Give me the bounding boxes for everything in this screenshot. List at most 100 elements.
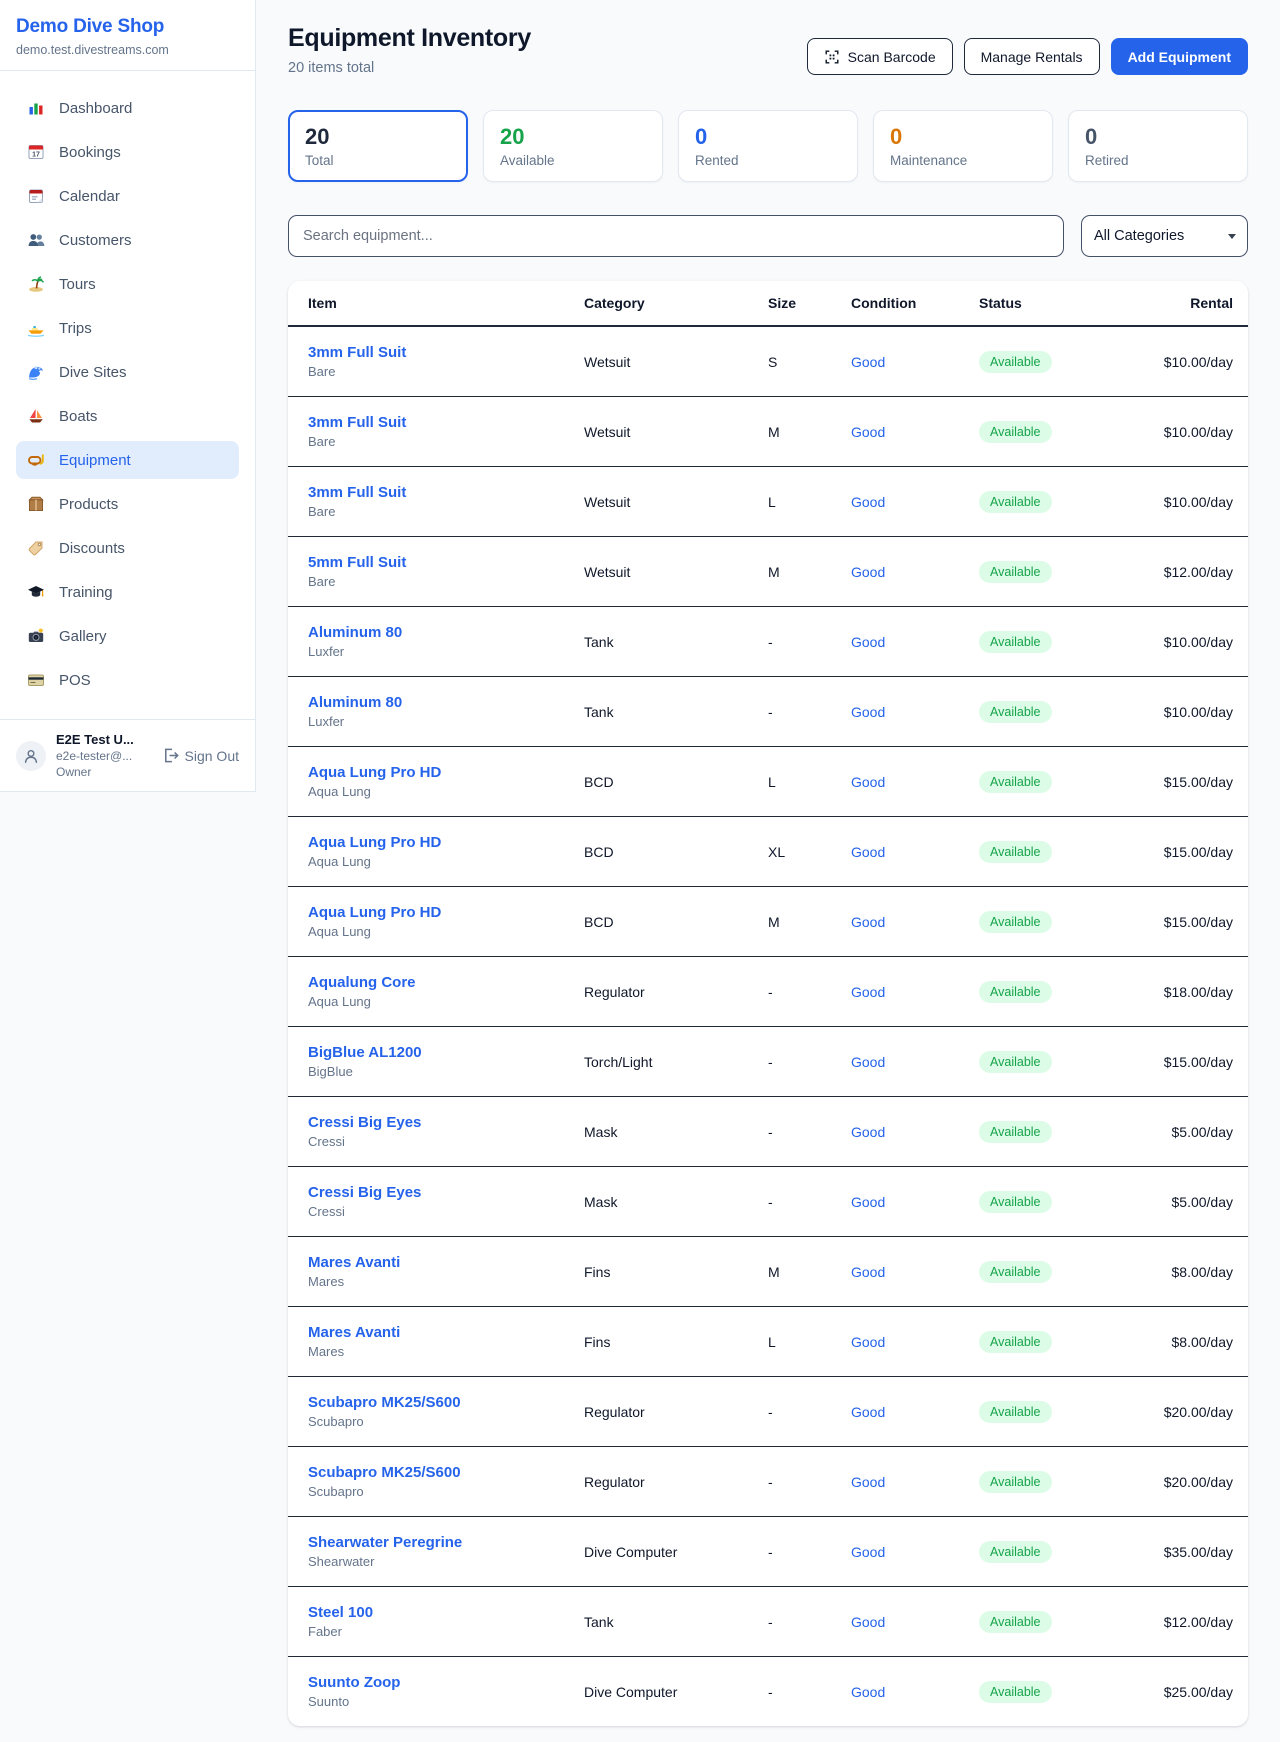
condition-link[interactable]: Good [851,1194,979,1210]
stat-card-available[interactable]: 20 Available [483,110,663,182]
sidebar-item-label: Products [59,496,118,513]
item-cell: Mares Avanti Mares [308,1324,584,1359]
status-cell: Available [979,631,1134,653]
condition-link[interactable]: Good [851,984,979,1000]
category-cell: Wetsuit [584,424,768,440]
status-cell: Available [979,561,1134,583]
item-name-link[interactable]: 3mm Full Suit [308,484,584,501]
item-brand: Bare [308,364,584,379]
status-badge: Available [979,1121,1052,1143]
condition-link[interactable]: Good [851,774,979,790]
table-row: Scubapro MK25/S600 Scubapro Regulator - … [288,1447,1248,1517]
sidebar-item-dashboard[interactable]: Dashboard [16,89,239,127]
condition-link[interactable]: Good [851,1334,979,1350]
rental-cell: $10.00/day [1134,354,1233,370]
condition-link[interactable]: Good [851,1684,979,1700]
size-cell: - [768,1544,851,1560]
item-name-link[interactable]: 5mm Full Suit [308,554,584,571]
sidebar-item-tours[interactable]: Tours [16,265,239,303]
table-row: Cressi Big Eyes Cressi Mask - Good Avail… [288,1097,1248,1167]
condition-link[interactable]: Good [851,494,979,510]
item-name-link[interactable]: Suunto Zoop [308,1674,584,1691]
manage-rentals-button[interactable]: Manage Rentals [964,38,1100,75]
condition-link[interactable]: Good [851,704,979,720]
sidebar-item-pos[interactable]: POS [16,661,239,699]
item-name-link[interactable]: 3mm Full Suit [308,414,584,431]
category-cell: Tank [584,1614,768,1630]
condition-link[interactable]: Good [851,1124,979,1140]
item-name-link[interactable]: Mares Avanti [308,1254,584,1271]
item-name-link[interactable]: Aqualung Core [308,974,584,991]
scan-barcode-button[interactable]: Scan Barcode [807,38,953,75]
stat-label: Retired [1085,153,1231,168]
status-cell: Available [979,1051,1134,1073]
equipment-table: Item Category Size Condition Status Rent… [288,281,1248,1726]
item-brand: BigBlue [308,1064,584,1079]
item-brand: Mares [308,1274,584,1289]
sidebar-item-boats[interactable]: Boats [16,397,239,435]
item-name-link[interactable]: Aqua Lung Pro HD [308,904,584,921]
speedboat-icon [27,319,45,337]
condition-link[interactable]: Good [851,634,979,650]
item-name-link[interactable]: Aqua Lung Pro HD [308,764,584,781]
status-cell: Available [979,771,1134,793]
item-name-link[interactable]: 3mm Full Suit [308,344,584,361]
stat-card-total[interactable]: 20 Total [288,110,468,182]
item-name-link[interactable]: Aluminum 80 [308,624,584,641]
condition-link[interactable]: Good [851,914,979,930]
condition-link[interactable]: Good [851,1264,979,1280]
dive-mask-icon [27,451,45,469]
item-name-link[interactable]: Cressi Big Eyes [308,1184,584,1201]
customers-icon [27,231,45,249]
condition-link[interactable]: Good [851,1474,979,1490]
stat-card-rented[interactable]: 0 Rented [678,110,858,182]
palm-island-icon [27,275,45,293]
condition-link[interactable]: Good [851,424,979,440]
sidebar-item-gallery[interactable]: Gallery [16,617,239,655]
condition-link[interactable]: Good [851,1404,979,1420]
sidebar-item-calendar[interactable]: Calendar [16,177,239,215]
add-equipment-button[interactable]: Add Equipment [1111,38,1248,75]
sidebar-item-products[interactable]: Products [16,485,239,523]
sidebar-item-training[interactable]: Training [16,573,239,611]
sign-out-button[interactable]: Sign Out [162,747,239,764]
status-badge: Available [979,1331,1052,1353]
brand-domain: demo.test.divestreams.com [16,43,239,57]
size-cell: M [768,564,851,580]
status-badge: Available [979,351,1052,373]
credit-card-icon [27,671,45,689]
item-name-link[interactable]: Aqua Lung Pro HD [308,834,584,851]
condition-link[interactable]: Good [851,1054,979,1070]
item-name-link[interactable]: Scubapro MK25/S600 [308,1464,584,1481]
condition-link[interactable]: Good [851,844,979,860]
condition-link[interactable]: Good [851,1614,979,1630]
stat-card-retired[interactable]: 0 Retired [1068,110,1248,182]
status-cell: Available [979,1681,1134,1703]
condition-link[interactable]: Good [851,1544,979,1560]
sidebar-item-trips[interactable]: Trips [16,309,239,347]
sidebar-item-discounts[interactable]: Discounts [16,529,239,567]
size-cell: S [768,354,851,370]
item-name-link[interactable]: Mares Avanti [308,1324,584,1341]
condition-link[interactable]: Good [851,564,979,580]
condition-link[interactable]: Good [851,354,979,370]
sidebar-item-equipment[interactable]: Equipment [16,441,239,479]
table-row: BigBlue AL1200 BigBlue Torch/Light - Goo… [288,1027,1248,1097]
sidebar-item-customers[interactable]: Customers [16,221,239,259]
item-name-link[interactable]: Aluminum 80 [308,694,584,711]
stat-card-maintenance[interactable]: 0 Maintenance [873,110,1053,182]
status-badge: Available [979,421,1052,443]
item-name-link[interactable]: BigBlue AL1200 [308,1044,584,1061]
item-name-link[interactable]: Scubapro MK25/S600 [308,1394,584,1411]
size-cell: L [768,1334,851,1350]
search-input[interactable] [288,215,1064,257]
item-name-link[interactable]: Steel 100 [308,1604,584,1621]
category-select[interactable]: All Categories [1081,215,1248,257]
sidebar-item-bookings[interactable]: 17 Bookings [16,133,239,171]
rental-cell: $18.00/day [1134,984,1233,1000]
size-cell: - [768,1404,851,1420]
item-name-link[interactable]: Shearwater Peregrine [308,1534,584,1551]
item-name-link[interactable]: Cressi Big Eyes [308,1114,584,1131]
sidebar-item-dive-sites[interactable]: Dive Sites [16,353,239,391]
stat-value: 0 [695,124,841,150]
